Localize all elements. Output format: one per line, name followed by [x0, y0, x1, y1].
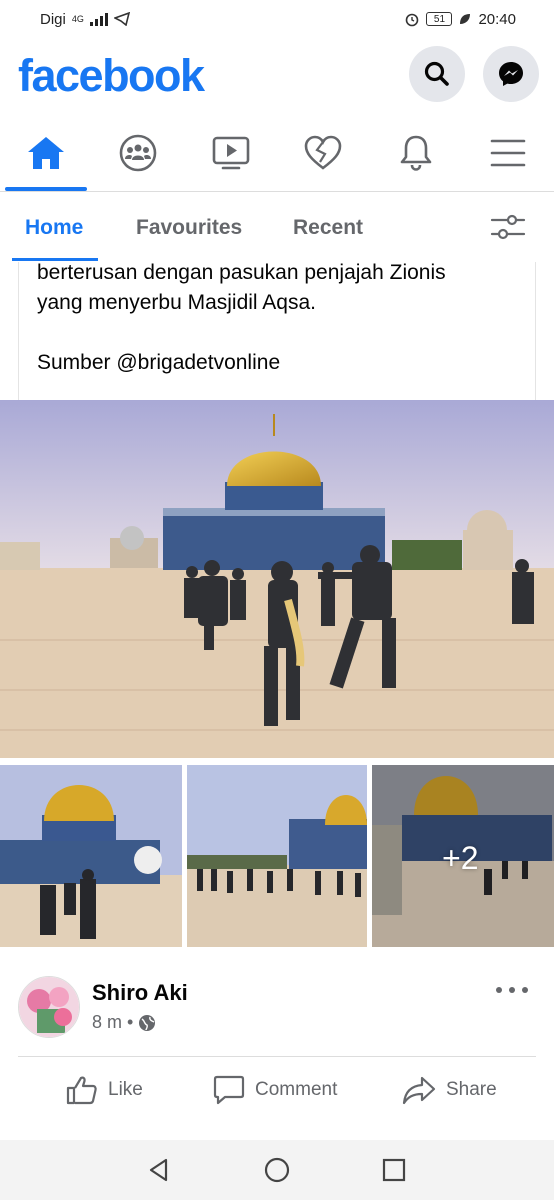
tab-home[interactable]: Home [25, 216, 83, 240]
filter-settings-icon[interactable] [488, 210, 528, 244]
post-thumbnail[interactable] [0, 765, 182, 947]
battery-level: 51 [433, 13, 446, 25]
post-thumbnail[interactable] [187, 765, 367, 947]
dot-icon [509, 987, 515, 993]
signal-icon [89, 12, 108, 26]
menu-icon [490, 139, 526, 167]
home-icon [28, 137, 64, 169]
nav-watch[interactable] [196, 128, 266, 178]
post-source[interactable]: Sumber @brigadetvonline [37, 348, 537, 378]
post-time[interactable]: 8 m [92, 1012, 122, 1033]
back-button[interactable] [144, 1155, 174, 1185]
share-icon [402, 1076, 436, 1105]
nav-menu[interactable] [473, 128, 543, 178]
messenger-button[interactable] [483, 46, 539, 102]
post-actions: Like Comment Share [18, 1056, 536, 1128]
nav-notifications[interactable] [381, 128, 451, 178]
nav-home[interactable] [11, 128, 81, 178]
alarm-icon [406, 13, 419, 27]
system-nav-bar [0, 1140, 554, 1200]
share-label: Share [446, 1079, 497, 1100]
app-header: facebook [0, 38, 554, 118]
like-icon [66, 1076, 97, 1105]
nav-active-indicator [5, 187, 87, 191]
comment-icon [213, 1075, 245, 1105]
tab-favourites[interactable]: Favourites [136, 216, 242, 240]
dot-icon [522, 987, 528, 993]
circle-home-icon [264, 1157, 290, 1183]
author-name[interactable]: Shiro Aki [92, 980, 188, 1006]
avatar[interactable] [18, 976, 80, 1038]
comment-button[interactable]: Comment [213, 1075, 337, 1105]
post-options-button[interactable] [496, 980, 528, 1000]
dot-icon [496, 987, 502, 993]
status-right: 51 20:40 [404, 11, 516, 28]
back-icon [149, 1158, 168, 1182]
status-bar: Digi 4G 51 20:40 [0, 0, 554, 38]
facebook-logo[interactable]: facebook [18, 50, 205, 102]
square-recents-icon [382, 1158, 406, 1182]
nav-dating[interactable] [288, 128, 358, 178]
search-button[interactable] [409, 46, 465, 102]
status-left: Digi 4G [40, 11, 130, 28]
post-meta: 8 m • [92, 1012, 156, 1033]
groups-icon [119, 134, 157, 172]
post-header: Shiro Aki 8 m • [0, 970, 554, 1050]
like-button[interactable]: Like [66, 1075, 143, 1105]
feed-filter: Home Favourites Recent [0, 192, 554, 262]
post-thumbnail[interactable]: +2 [372, 765, 554, 947]
messenger-icon [499, 62, 523, 86]
leaf-icon [460, 14, 471, 24]
dating-icon [304, 135, 342, 170]
like-label: Like [108, 1079, 143, 1100]
recents-button[interactable] [379, 1155, 409, 1185]
notifications-icon [400, 135, 432, 171]
carrier-name: Digi [40, 10, 66, 28]
post-main-photo[interactable] [0, 400, 554, 758]
search-icon [424, 61, 449, 86]
post-text: berterusan dengan pasukan penjajah Zioni… [37, 258, 537, 378]
tab-recent[interactable]: Recent [293, 216, 363, 240]
share-button[interactable]: Share [402, 1075, 497, 1105]
post-text-line: berterusan dengan pasukan penjajah Zioni… [37, 261, 446, 284]
more-photos-count: +2 [442, 840, 479, 876]
globe-icon [139, 1014, 156, 1031]
clock: 20:40 [478, 10, 516, 28]
battery-icon: 51 [426, 12, 453, 26]
post-text-line: yang menyerbu Masjidil Aqsa. [37, 291, 316, 314]
meta-separator: • [127, 1012, 134, 1032]
watch-icon [212, 136, 250, 170]
nav-groups[interactable] [103, 128, 173, 178]
telegram-icon [113, 12, 130, 26]
network-type: 4G [71, 13, 84, 24]
comment-label: Comment [255, 1079, 338, 1100]
main-nav [0, 118, 554, 192]
home-system-button[interactable] [262, 1155, 292, 1185]
